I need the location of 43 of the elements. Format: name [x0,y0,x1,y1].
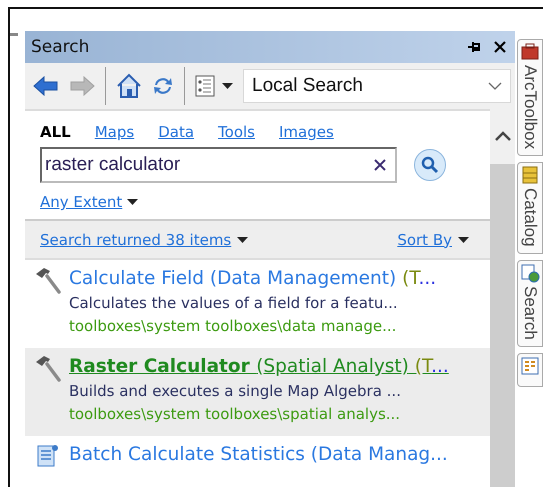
side-tab[interactable]: Search [517,260,543,347]
caret-icon [127,199,138,205]
result-title-link[interactable]: Raster Calculator (Spatial Analyst) (T... [69,354,449,380]
result-title-link[interactable]: Batch Calculate Statistics (Data Manag... [69,442,448,468]
view-options-button[interactable] [195,75,233,97]
result-title-link[interactable]: Calculate Field (Data Management) (T... [69,266,436,292]
close-icon[interactable] [493,40,507,54]
chevron-up-icon[interactable] [494,131,510,141]
scope-dropdown[interactable]: Local Search [243,69,511,103]
extent-link[interactable]: Any Extent [40,193,122,211]
scope-tab[interactable]: Data [158,123,194,141]
result-description: Builds and executes a single Map Algebra ... [69,381,402,402]
form-icon [520,356,540,376]
result-path: toolboxes\system toolboxes\data manage... [69,316,398,337]
refresh-icon[interactable] [152,75,174,97]
cabinet-icon [520,165,540,186]
result-description: Calculates the values of a field for a featu... [69,293,399,314]
side-tab[interactable] [517,352,543,387]
chevron-down-icon [488,82,502,90]
back-arrow-icon[interactable] [33,76,59,96]
sort-link[interactable]: Sort By [397,230,452,248]
window-globe-icon [520,262,540,283]
search-button-icon[interactable] [413,148,447,182]
clear-icon[interactable] [373,158,387,172]
search-field[interactable]: raster calculator [40,147,397,183]
scope-tab[interactable]: Images [279,123,334,141]
search-result[interactable]: Raster Calculator (Spatial Analyst) (T... Builds and executes a single Map Algebra ... toolboxes\system toolboxes\spatial analys... [25,348,490,436]
result-path: toolboxes\system toolboxes\spatial analys... [69,404,402,425]
caret-icon [237,236,248,242]
results-count-link[interactable]: Search returned 38 items [40,230,232,248]
home-icon[interactable] [116,73,142,99]
scrollbar[interactable] [490,109,515,487]
list-icon [195,75,215,97]
caret-icon [458,236,469,242]
panel-title: Search [31,37,90,57]
caret-icon [222,83,233,89]
side-tab[interactable]: ArcToolbox [517,39,543,156]
scope-tab[interactable]: ALL [40,123,71,141]
toolbox-icon [520,42,540,62]
scope-tab[interactable]: Tools [218,123,255,141]
pin-icon[interactable] [467,40,481,54]
side-tab[interactable]: Catalog [517,162,543,254]
scope-tab[interactable]: Maps [94,123,134,141]
